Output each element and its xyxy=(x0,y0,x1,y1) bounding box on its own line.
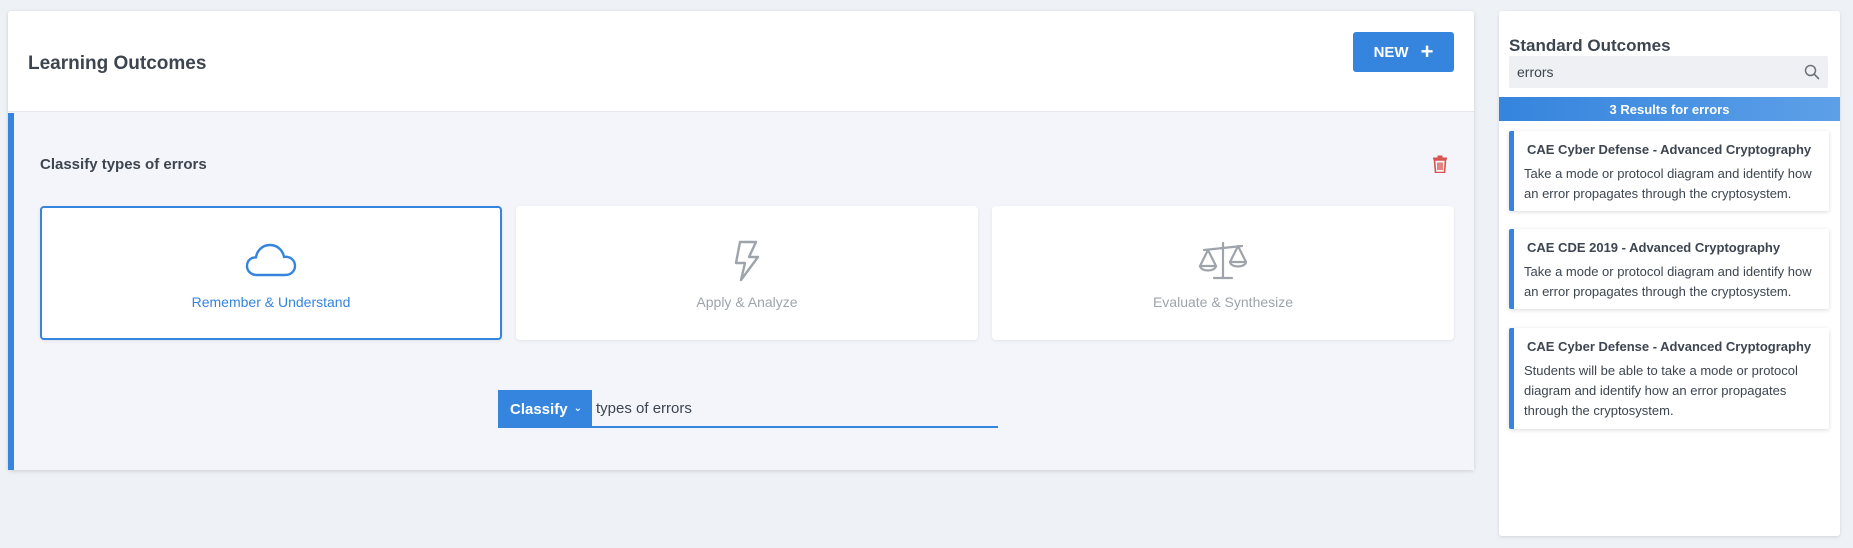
new-button-label: NEW xyxy=(1373,43,1409,61)
sidebar-title: Standard Outcomes xyxy=(1509,36,1671,55)
level-label: Remember & Understand xyxy=(191,294,351,310)
outcome-text-input[interactable] xyxy=(592,390,998,428)
search-box xyxy=(1509,56,1828,88)
result-item[interactable]: CAE CDE 2019 - Advanced Cryptography Tak… xyxy=(1509,229,1829,309)
search-input[interactable] xyxy=(1509,56,1828,88)
result-description: Take a mode or protocol diagram and iden… xyxy=(1524,166,1812,201)
result-description: Take a mode or protocol diagram and iden… xyxy=(1524,264,1812,299)
level-label: Evaluate & Synthesize xyxy=(1152,294,1294,310)
trash-icon[interactable] xyxy=(1432,155,1448,173)
scales-icon xyxy=(1198,241,1248,280)
result-description: Students will be able to take a mode or … xyxy=(1524,363,1798,418)
results-count-bar: 3 Results for errors xyxy=(1499,97,1840,121)
results-count: 3 Results for errors xyxy=(1609,101,1730,117)
result-title: CAE Cyber Defense - Advanced Cryptograph… xyxy=(1527,339,1812,354)
level-remember-understand[interactable]: Remember & Understand xyxy=(40,206,502,340)
result-title: CAE Cyber Defense - Advanced Cryptograph… xyxy=(1527,142,1812,157)
outcome-item: Classify types of errors Remember & Unde… xyxy=(8,113,1474,470)
level-label: Apply & Analyze xyxy=(696,294,798,310)
level-evaluate-synthesize[interactable]: Evaluate & Synthesize xyxy=(992,206,1454,340)
result-item[interactable]: CAE Cyber Defense - Advanced Cryptograph… xyxy=(1509,328,1829,429)
new-outcome-button[interactable]: NEW + xyxy=(1353,32,1454,72)
result-item[interactable]: CAE Cyber Defense - Advanced Cryptograph… xyxy=(1509,131,1829,211)
lightning-icon xyxy=(734,240,760,282)
outcome-title: Classify types of errors xyxy=(40,156,207,173)
cloud-icon xyxy=(245,243,297,277)
page-title: Learning Outcomes xyxy=(28,53,207,74)
chevron-down-icon: ⌄ xyxy=(573,403,582,414)
plus-icon: + xyxy=(1420,39,1434,64)
verb-label: Classify xyxy=(510,400,568,418)
search-icon[interactable] xyxy=(1804,64,1820,80)
result-title: CAE CDE 2019 - Advanced Cryptography xyxy=(1527,240,1781,255)
level-apply-analyze[interactable]: Apply & Analyze xyxy=(516,206,978,340)
panel-header: Learning Outcomes NEW + xyxy=(8,11,1474,112)
standard-outcomes-sidebar: Standard Outcomes 3 Results for errors C… xyxy=(1499,11,1840,536)
outcome-statement: Classify ⌄ xyxy=(498,390,998,428)
learning-outcomes-panel: Learning Outcomes NEW + Classify types o… xyxy=(8,11,1474,470)
verb-dropdown[interactable]: Classify ⌄ xyxy=(498,390,592,428)
